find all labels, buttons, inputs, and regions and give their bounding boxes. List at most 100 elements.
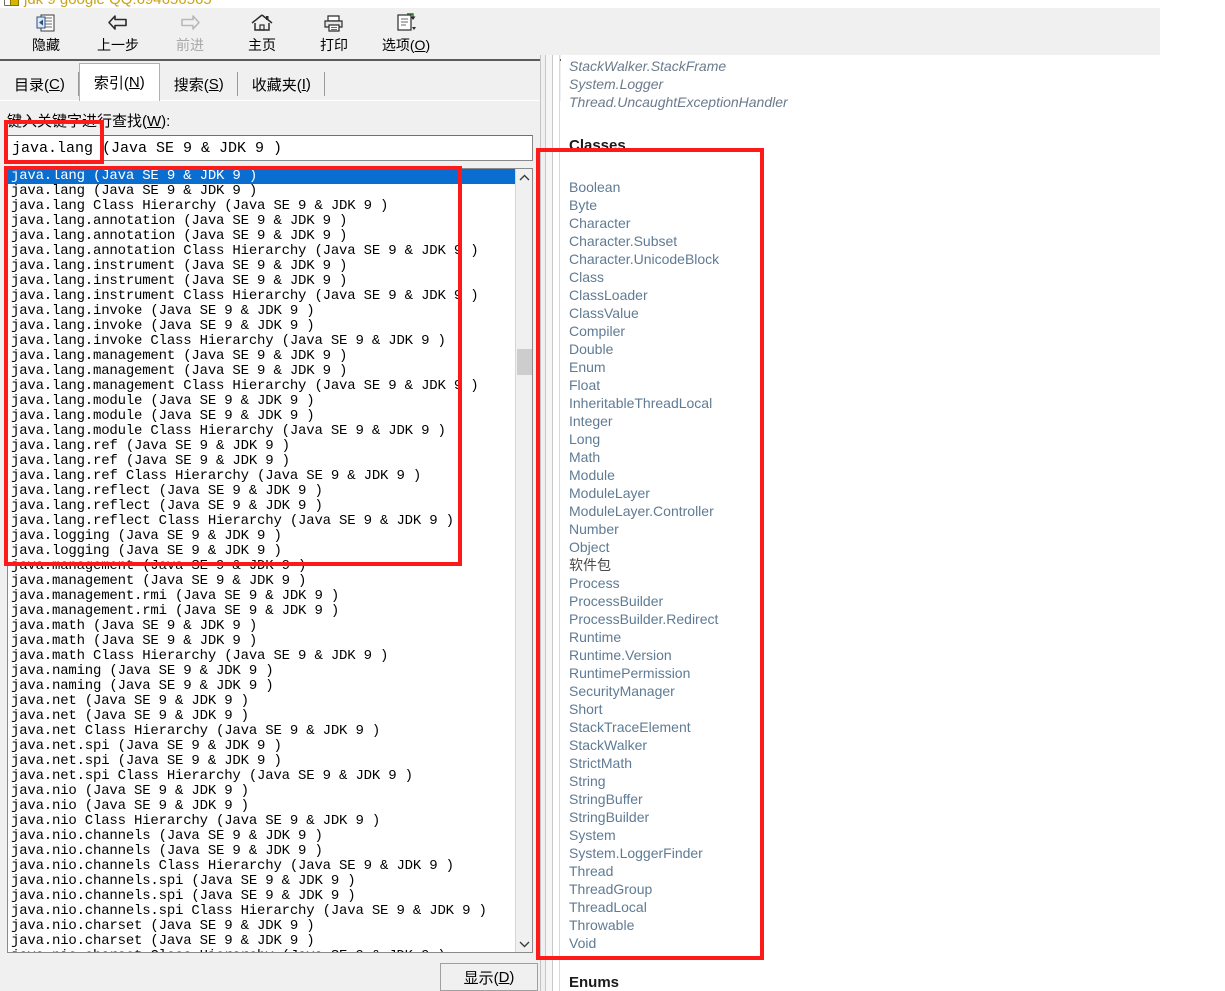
index-list-item[interactable]: java.logging (Java SE 9 & JDK 9 )	[8, 529, 515, 544]
toolbar-button-options[interactable]: 选项(O)	[370, 8, 442, 58]
document-scrollbar-outer[interactable]	[545, 55, 553, 991]
show-button[interactable]: 显示(D)	[440, 963, 538, 991]
toolbar-button-home[interactable]: 主页	[226, 8, 298, 58]
index-list-item[interactable]: java.nio.channels (Java SE 9 & JDK 9 )	[8, 844, 515, 859]
class-list-item[interactable]: ModuleLayer.Controller	[569, 502, 1225, 520]
class-list-item[interactable]: ClassValue	[569, 304, 1225, 322]
class-list-item[interactable]: InheritableThreadLocal	[569, 394, 1225, 412]
class-list-item[interactable]: RuntimePermission	[569, 664, 1225, 682]
class-list-item[interactable]: StringBuilder	[569, 808, 1225, 826]
tab-index[interactable]: 索引(N)	[78, 63, 160, 101]
class-list-item[interactable]: Byte	[569, 196, 1225, 214]
scroll-down-arrow-icon[interactable]	[516, 935, 532, 952]
index-list-item[interactable]: java.net Class Hierarchy (Java SE 9 & JD…	[8, 724, 515, 739]
class-list-item[interactable]: Class	[569, 268, 1225, 286]
toolbar-button-print[interactable]: 打印	[298, 8, 370, 58]
index-list-item[interactable]: java.lang.instrument (Java SE 9 & JDK 9 …	[8, 259, 515, 274]
index-listbox[interactable]: java.lang (Java SE 9 & JDK 9 ) java.lang …	[7, 168, 533, 953]
index-list-item[interactable]: java.lang (Java SE 9 & JDK 9 )	[8, 184, 515, 199]
index-list-scroll-thumb[interactable]	[517, 349, 532, 375]
index-list-item[interactable]: java.net.spi (Java SE 9 & JDK 9 )	[8, 754, 515, 769]
index-list-item[interactable]: java.nio Class Hierarchy (Java SE 9 & JD…	[8, 814, 515, 829]
index-list-item[interactable]: java.naming (Java SE 9 & JDK 9 )	[8, 664, 515, 679]
index-list-scrollbar[interactable]	[515, 169, 532, 952]
index-list-item[interactable]: java.lang.instrument Class Hierarchy (Ja…	[8, 289, 515, 304]
index-list-item[interactable]: java.lang.invoke (Java SE 9 & JDK 9 )	[8, 304, 515, 319]
index-list-item[interactable]: java.nio.channels.spi (Java SE 9 & JDK 9…	[8, 874, 515, 889]
class-list-item[interactable]: Character.Subset	[569, 232, 1225, 250]
index-list-item[interactable]: java.naming (Java SE 9 & JDK 9 )	[8, 679, 515, 694]
document-scrollbar-inner[interactable]	[553, 55, 560, 991]
index-list-item[interactable]: java.lang Class Hierarchy (Java SE 9 & J…	[8, 199, 515, 214]
class-list-item[interactable]: StringBuffer	[569, 790, 1225, 808]
class-list-item[interactable]: ProcessBuilder.Redirect	[569, 610, 1225, 628]
index-list-item[interactable]: java.lang.reflect (Java SE 9 & JDK 9 )	[8, 499, 515, 514]
search-input[interactable]	[7, 135, 533, 161]
class-list-item[interactable]: Long	[569, 430, 1225, 448]
index-list-item[interactable]: java.lang.annotation Class Hierarchy (Ja…	[8, 244, 515, 259]
index-list-item[interactable]: java.lang.invoke (Java SE 9 & JDK 9 )	[8, 319, 515, 334]
index-list-item[interactable]: java.management (Java SE 9 & JDK 9 )	[8, 574, 515, 589]
class-list-item[interactable]: ClassLoader	[569, 286, 1225, 304]
class-list-item[interactable]: Void	[569, 934, 1225, 952]
index-list-item[interactable]: java.math (Java SE 9 & JDK 9 )	[8, 634, 515, 649]
toolbar-button-back[interactable]: 上一步	[82, 8, 154, 58]
index-list-item[interactable]: java.net.spi (Java SE 9 & JDK 9 )	[8, 739, 515, 754]
index-list-item[interactable]: java.lang.management (Java SE 9 & JDK 9 …	[8, 349, 515, 364]
class-list-item[interactable]: Number	[569, 520, 1225, 538]
class-list-item[interactable]: Double	[569, 340, 1225, 358]
class-list-item[interactable]: Character	[569, 214, 1225, 232]
class-list-item[interactable]: System	[569, 826, 1225, 844]
index-list-item[interactable]: java.lang.module Class Hierarchy (Java S…	[8, 424, 515, 439]
index-list-item[interactable]: java.lang.management Class Hierarchy (Ja…	[8, 379, 515, 394]
index-list-item[interactable]: java.lang.reflect (Java SE 9 & JDK 9 )	[8, 484, 515, 499]
class-list-item[interactable]: Compiler	[569, 322, 1225, 340]
index-list-item[interactable]: java.logging (Java SE 9 & JDK 9 )	[8, 544, 515, 559]
class-list-item[interactable]: StackWalker	[569, 736, 1225, 754]
class-list-item[interactable]: ProcessBuilder	[569, 592, 1225, 610]
index-list-item[interactable]: java.management.rmi (Java SE 9 & JDK 9 )	[8, 589, 515, 604]
index-list-item[interactable]: java.lang.annotation (Java SE 9 & JDK 9 …	[8, 214, 515, 229]
class-list-item[interactable]: Process	[569, 574, 1225, 592]
index-list-item[interactable]: java.lang.instrument (Java SE 9 & JDK 9 …	[8, 274, 515, 289]
class-list-item[interactable]: ThreadGroup	[569, 880, 1225, 898]
class-list-item[interactable]: Short	[569, 700, 1225, 718]
index-list-item[interactable]: java.lang.invoke Class Hierarchy (Java S…	[8, 334, 515, 349]
index-list-item[interactable]: java.lang.module (Java SE 9 & JDK 9 )	[8, 409, 515, 424]
scroll-up-arrow-icon[interactable]	[516, 169, 532, 186]
class-list-item[interactable]: Throwable	[569, 916, 1225, 934]
index-list-item[interactable]: java.lang.ref (Java SE 9 & JDK 9 )	[8, 454, 515, 469]
tab-contents[interactable]: 目录(C)	[0, 68, 79, 100]
tab-search[interactable]: 搜索(S)	[160, 68, 238, 100]
index-list-item[interactable]: java.net.spi Class Hierarchy (Java SE 9 …	[8, 769, 515, 784]
index-list-item[interactable]: java.nio.charset (Java SE 9 & JDK 9 )	[8, 919, 515, 934]
index-list-item[interactable]: java.nio (Java SE 9 & JDK 9 )	[8, 799, 515, 814]
toolbar-button-hide[interactable]: 隐藏	[10, 8, 82, 58]
tab-favorites[interactable]: 收藏夹(I)	[238, 68, 326, 100]
interface-item[interactable]: System.Logger	[569, 75, 1225, 93]
class-list-item[interactable]: ModuleLayer	[569, 484, 1225, 502]
index-list-item[interactable]: java.nio (Java SE 9 & JDK 9 )	[8, 784, 515, 799]
class-list-item[interactable]: String	[569, 772, 1225, 790]
index-list-item[interactable]: java.net (Java SE 9 & JDK 9 )	[8, 694, 515, 709]
index-list-item[interactable]: java.net (Java SE 9 & JDK 9 )	[8, 709, 515, 724]
index-list-item[interactable]: java.nio.channels.spi (Java SE 9 & JDK 9…	[8, 889, 515, 904]
index-list-item[interactable]: java.management.rmi (Java SE 9 & JDK 9 )	[8, 604, 515, 619]
class-list-item[interactable]: SecurityManager	[569, 682, 1225, 700]
class-list-item[interactable]: Object	[569, 538, 1225, 556]
index-list-item[interactable]: java.nio.charset (Java SE 9 & JDK 9 )	[8, 934, 515, 949]
index-list-item[interactable]: java.nio.channels (Java SE 9 & JDK 9 )	[8, 829, 515, 844]
interface-item[interactable]: StackWalker.StackFrame	[569, 57, 1225, 75]
index-list-item[interactable]: java.management (Java SE 9 & JDK 9 )	[8, 559, 515, 574]
class-list-item[interactable]: Runtime.Version	[569, 646, 1225, 664]
class-list-item[interactable]: Thread	[569, 862, 1225, 880]
interface-item[interactable]: Thread.UncaughtExceptionHandler	[569, 93, 1225, 111]
class-list-item[interactable]: Boolean	[569, 178, 1225, 196]
class-list-item-package[interactable]: 软件包	[569, 556, 1225, 574]
index-list-item[interactable]: java.nio.channels.spi Class Hierarchy (J…	[8, 904, 515, 919]
index-list-item[interactable]: java.lang.module (Java SE 9 & JDK 9 )	[8, 394, 515, 409]
class-list-item[interactable]: Module	[569, 466, 1225, 484]
class-list-item[interactable]: ThreadLocal	[569, 898, 1225, 916]
index-list-item[interactable]: java.lang (Java SE 9 & JDK 9 )	[8, 169, 515, 184]
index-list-item[interactable]: java.nio.channels Class Hierarchy (Java …	[8, 859, 515, 874]
